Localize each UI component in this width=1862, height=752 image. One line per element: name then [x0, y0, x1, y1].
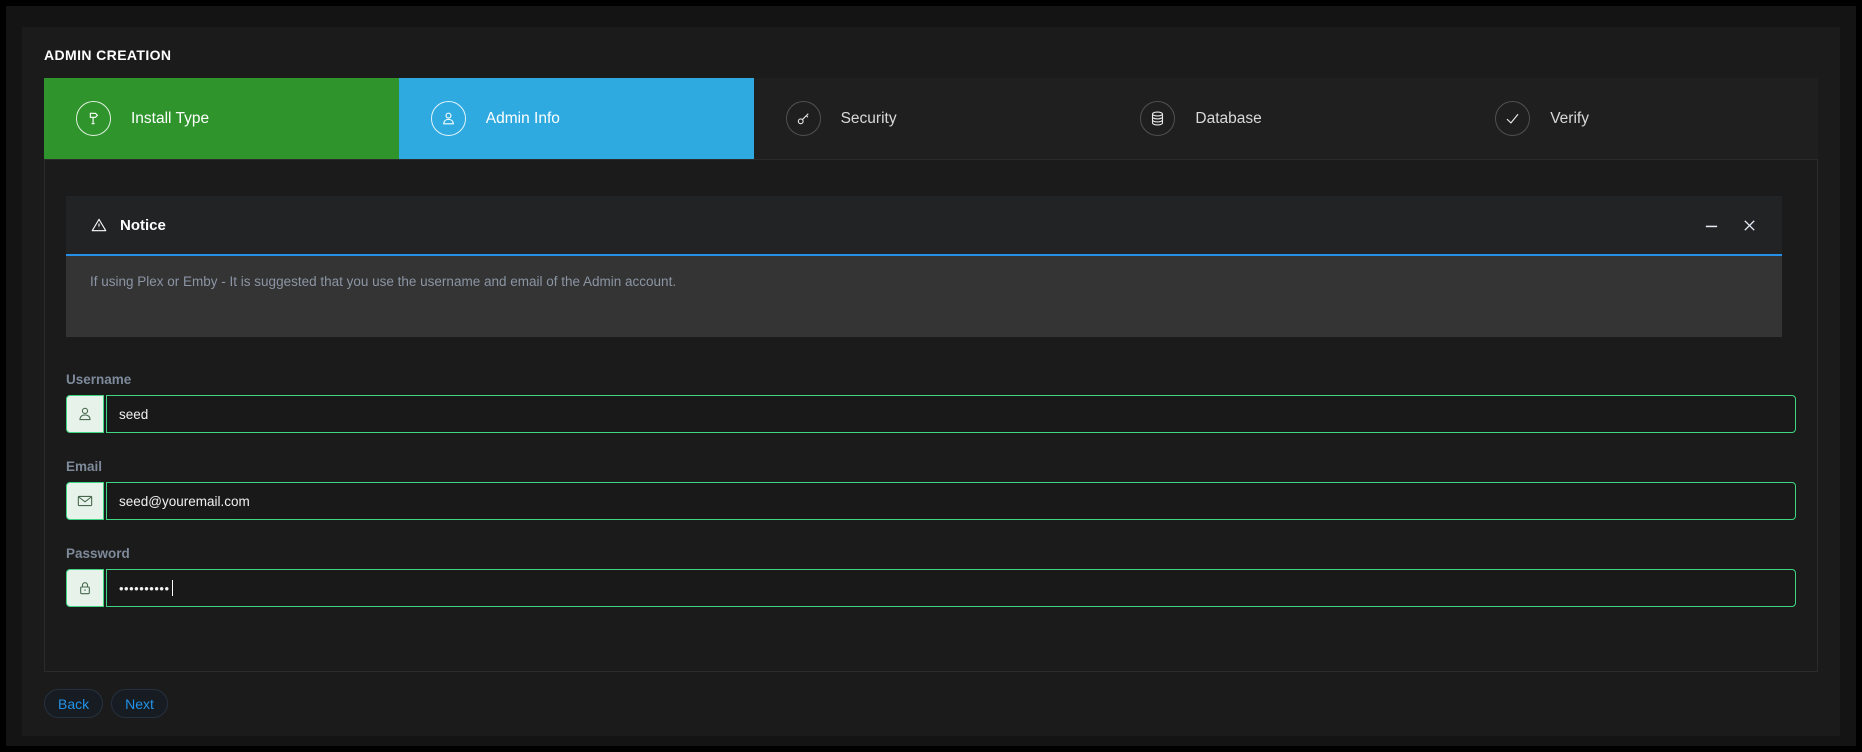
- database-icon: [1140, 101, 1175, 136]
- password-input-group: ••••••••••: [66, 569, 1796, 607]
- notice-controls: [1702, 216, 1758, 234]
- tab-label: Database: [1195, 110, 1261, 128]
- tab-verify[interactable]: Verify: [1463, 78, 1818, 159]
- signpost-icon: [76, 101, 111, 136]
- notice-text: If using Plex or Emby - It is suggested …: [90, 274, 1758, 289]
- password-masked-value: ••••••••••: [119, 581, 170, 596]
- close-icon[interactable]: [1740, 216, 1758, 234]
- password-label: Password: [66, 546, 1796, 561]
- envelope-icon: [66, 482, 104, 520]
- username-field: Username: [66, 372, 1796, 433]
- lock-icon: [66, 569, 104, 607]
- next-button[interactable]: Next: [111, 689, 168, 718]
- admin-info-form-panel: Notice: [44, 159, 1818, 672]
- notice-header: Notice: [66, 196, 1782, 256]
- person-icon: [431, 101, 466, 136]
- email-input-group: [66, 482, 1796, 520]
- password-field: Password ••••••••••: [66, 546, 1796, 607]
- tab-database[interactable]: Database: [1108, 78, 1463, 159]
- username-input-group: [66, 395, 1796, 433]
- wizard-actions: Back Next: [44, 689, 1818, 718]
- tab-label: Verify: [1550, 110, 1589, 128]
- back-button[interactable]: Back: [44, 689, 103, 718]
- password-input[interactable]: ••••••••••: [106, 569, 1796, 607]
- minus-icon[interactable]: [1702, 216, 1720, 234]
- email-field: Email: [66, 459, 1796, 520]
- username-label: Username: [66, 372, 1796, 387]
- notice-title: Notice: [120, 217, 166, 234]
- setup-wizard-window: ADMIN CREATION Install Type Admin Info: [0, 0, 1862, 752]
- tab-install-type[interactable]: Install Type: [44, 78, 399, 159]
- tab-label: Admin Info: [486, 110, 560, 128]
- text-caret: [172, 580, 173, 596]
- tab-label: Install Type: [131, 110, 209, 128]
- wizard-step-tabs: Install Type Admin Info Security: [44, 78, 1818, 159]
- notice-body: If using Plex or Emby - It is suggested …: [66, 256, 1782, 337]
- tab-security[interactable]: Security: [754, 78, 1109, 159]
- admin-creation-panel: ADMIN CREATION Install Type Admin Info: [22, 27, 1840, 736]
- email-label: Email: [66, 459, 1796, 474]
- person-icon: [66, 395, 104, 433]
- tab-admin-info[interactable]: Admin Info: [399, 78, 754, 159]
- email-input[interactable]: [106, 482, 1796, 520]
- tab-label: Security: [841, 110, 897, 128]
- page-title: ADMIN CREATION: [44, 47, 1818, 63]
- key-icon: [786, 101, 821, 136]
- notice-panel: Notice: [66, 196, 1782, 337]
- username-input[interactable]: [106, 395, 1796, 433]
- check-icon: [1495, 101, 1530, 136]
- warning-icon: [90, 216, 108, 234]
